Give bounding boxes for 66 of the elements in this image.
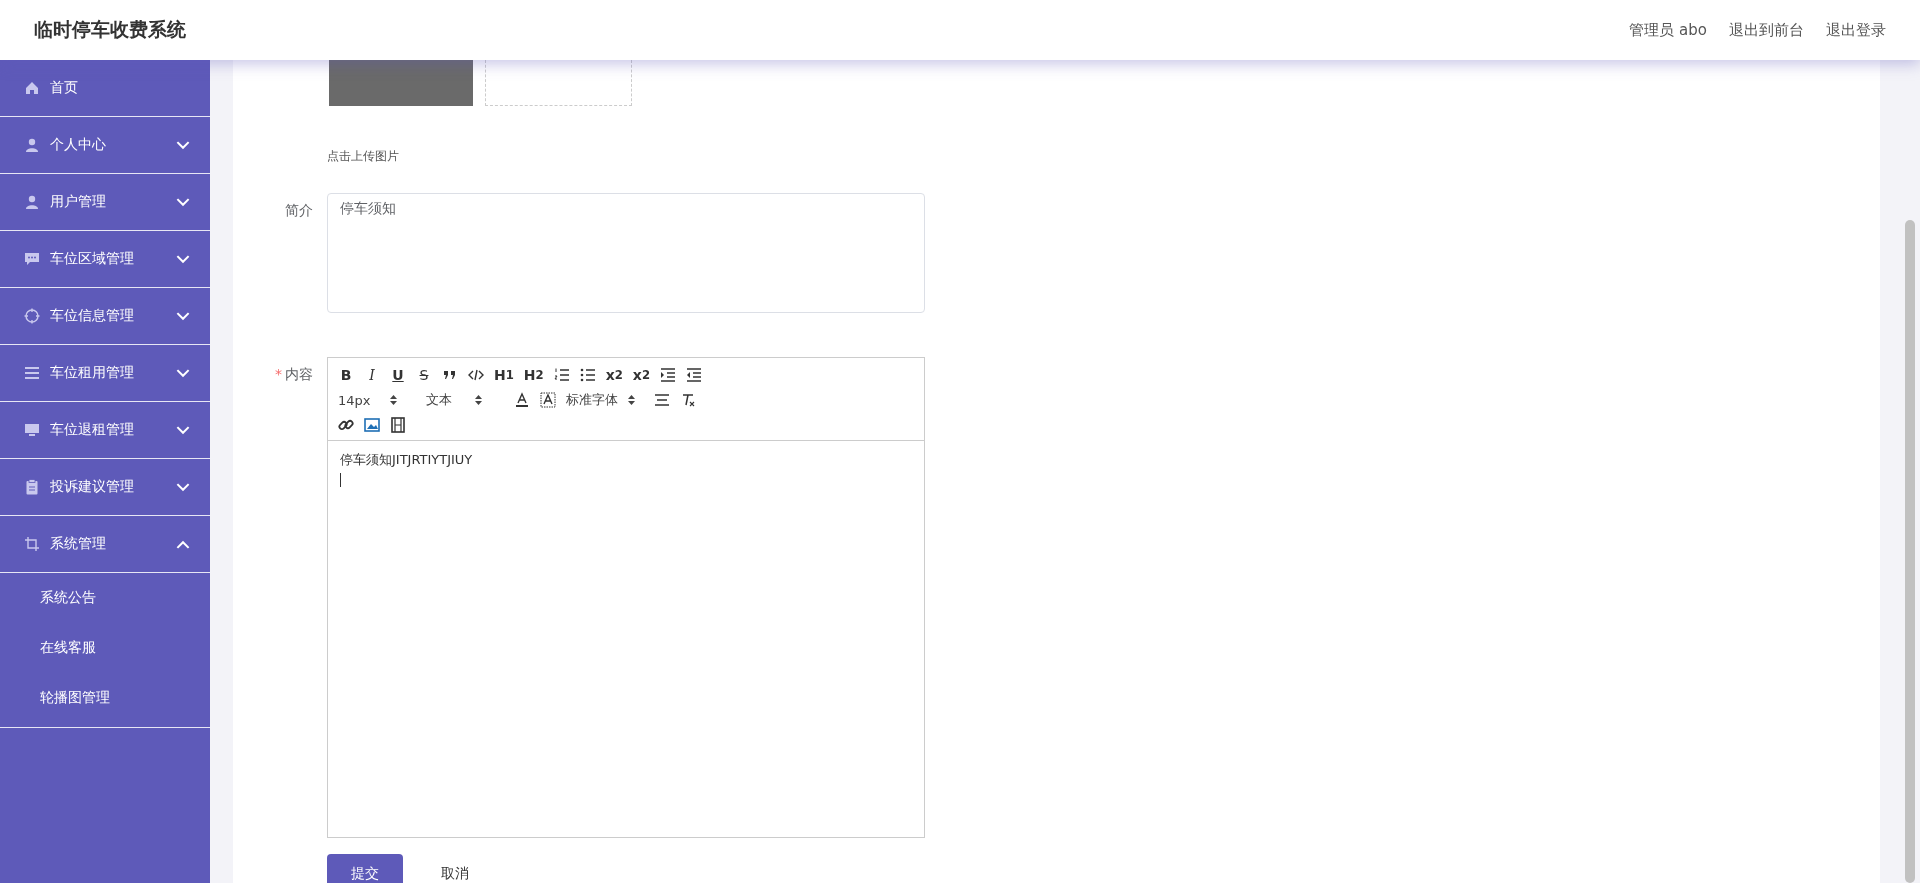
toolbar-button[interactable]: B — [338, 367, 354, 383]
submenu-item[interactable]: 系统公告 — [0, 573, 210, 623]
sort-caret-icon — [627, 395, 635, 405]
header-link[interactable]: 退出到前台 — [1729, 20, 1804, 40]
scrollbar-thumb[interactable] — [1905, 220, 1915, 883]
align-icon — [654, 392, 670, 408]
cancel-button[interactable]: 取消 — [417, 854, 493, 883]
text-cursor — [340, 473, 341, 487]
menu-label: 用户管理 — [50, 193, 106, 211]
header-link[interactable]: 管理员 abo — [1629, 20, 1707, 40]
upload-box[interactable] — [485, 60, 632, 106]
menu-label: 首页 — [50, 79, 78, 97]
person-icon — [24, 194, 40, 210]
menu-item[interactable]: 系统管理 — [0, 516, 210, 573]
menu-label: 车位租用管理 — [50, 364, 134, 382]
menu-label: 个人中心 — [50, 136, 106, 154]
crosshair-icon — [24, 308, 40, 324]
sort-caret-icon — [474, 395, 482, 405]
link-icon — [338, 417, 354, 433]
field-label: 简介 — [284, 201, 313, 220]
crop-icon — [24, 536, 40, 552]
submenu-item[interactable]: 轮播图管理 — [0, 673, 210, 723]
indent-icon — [660, 367, 676, 383]
monitor-icon — [24, 422, 40, 438]
image-icon — [364, 417, 380, 433]
menu-label: 车位区域管理 — [50, 250, 134, 268]
menu-item[interactable]: 车位区域管理 — [0, 231, 210, 288]
clear-format-icon — [680, 392, 696, 408]
film-icon — [390, 417, 406, 433]
menu-item[interactable]: 车位租用管理 — [0, 345, 210, 402]
menu-label: 系统管理 — [50, 535, 106, 553]
menu-item[interactable]: 首页 — [0, 60, 210, 117]
submenu-item[interactable]: 在线客服 — [0, 623, 210, 673]
upload-hint: 点击上传图片 — [327, 148, 399, 165]
intro-field[interactable]: 停车须知 — [327, 193, 925, 313]
code-icon — [468, 367, 484, 383]
toolbar-button[interactable]: S — [416, 367, 432, 383]
chat-icon — [24, 251, 40, 267]
menu-label: 投诉建议管理 — [50, 478, 134, 496]
bullet-list-icon — [579, 367, 596, 383]
clipboard-icon — [24, 479, 40, 495]
ordered-list-icon — [553, 367, 570, 383]
toolbar-button[interactable]: I — [364, 367, 380, 383]
submit-button[interactable]: 提交 — [327, 854, 403, 883]
editor-text: 停车须知JITJRTIYTJIUY — [340, 452, 473, 467]
outdent-icon — [686, 367, 702, 383]
toolbar-button[interactable]: U — [390, 367, 406, 383]
sort-caret-icon — [389, 395, 397, 405]
header-link[interactable]: 退出登录 — [1826, 20, 1886, 40]
menu-item[interactable]: 个人中心 — [0, 117, 210, 174]
font-color-icon — [514, 392, 530, 408]
background-color-icon — [540, 392, 556, 408]
person-icon — [24, 137, 40, 153]
menu-item[interactable]: 车位退租管理 — [0, 402, 210, 459]
field-label: * 内容 — [274, 365, 313, 384]
menu-item[interactable]: 投诉建议管理 — [0, 459, 210, 516]
toolbar-select[interactable]: 标准字体 — [566, 391, 644, 409]
list-icon — [24, 365, 40, 381]
app-title: 临时停车收费系统 — [34, 17, 186, 42]
menu-label: 车位退租管理 — [50, 421, 134, 439]
menu-item[interactable]: 用户管理 — [0, 174, 210, 231]
menu-item[interactable]: 车位信息管理 — [0, 288, 210, 345]
menu-label: 车位信息管理 — [50, 307, 134, 325]
toolbar-select[interactable]: 14px — [338, 392, 416, 408]
toolbar-select[interactable]: 文本 — [426, 391, 504, 409]
home-icon — [24, 80, 40, 96]
